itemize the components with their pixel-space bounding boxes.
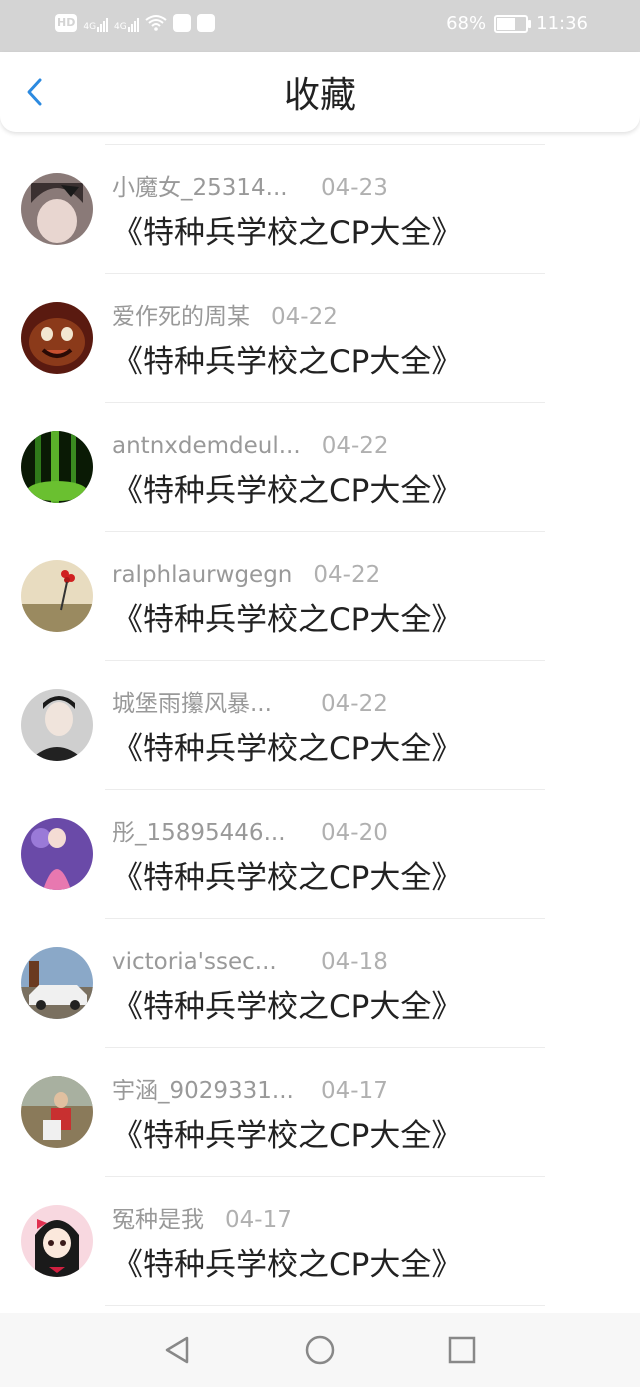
list-item[interactable]: ralphlaurwgegn 04-22 《特种兵学校之CP大全》 bbox=[0, 532, 640, 660]
item-title[interactable]: 《特种兵学校之CP大全》 bbox=[112, 598, 462, 642]
item-meta: ralphlaurwgegn 04-22 bbox=[112, 559, 380, 591]
list-item[interactable]: 城堡雨攥风暴... 04-22 《特种兵学校之CP大全》 bbox=[0, 661, 640, 789]
item-meta: 宇涵_9029331... 04-17 bbox=[112, 1075, 388, 1107]
date: 04-22 bbox=[313, 562, 381, 588]
status-bar: HD 4G 4G 68% 11:36 bbox=[0, 0, 640, 52]
item-meta: victoria'ssec... 04-18 bbox=[112, 946, 388, 978]
system-nav-bar bbox=[0, 1313, 640, 1387]
username[interactable]: 小魔女_25314... bbox=[112, 172, 300, 204]
list-item[interactable]: 冤种是我 04-17 《特种兵学校之CP大全》 bbox=[0, 1177, 640, 1305]
username[interactable]: 宇涵_9029331... bbox=[112, 1075, 300, 1107]
item-meta: 彤_15895446... 04-20 bbox=[112, 817, 388, 849]
item-title[interactable]: 《特种兵学校之CP大全》 bbox=[112, 1114, 462, 1158]
battery-icon bbox=[494, 14, 532, 33]
battery-percent: 68% bbox=[446, 13, 487, 34]
app-notification-icon bbox=[172, 14, 191, 32]
username[interactable]: 彤_15895446... bbox=[112, 817, 300, 849]
date: 04-22 bbox=[321, 433, 389, 459]
nav-home-icon[interactable] bbox=[305, 1335, 335, 1365]
item-title[interactable]: 《特种兵学校之CP大全》 bbox=[112, 856, 462, 900]
avatar[interactable] bbox=[21, 173, 93, 245]
wifi-icon bbox=[145, 15, 167, 31]
username[interactable]: 冤种是我 bbox=[112, 1204, 204, 1236]
item-title[interactable]: 《特种兵学校之CP大全》 bbox=[112, 985, 462, 1029]
network-type-label: 4G bbox=[83, 22, 97, 32]
hd-icon: HD bbox=[55, 14, 78, 32]
signal-icon: 4G bbox=[83, 14, 109, 32]
item-title[interactable]: 《特种兵学校之CP大全》 bbox=[112, 1243, 462, 1287]
item-title[interactable]: 《特种兵学校之CP大全》 bbox=[112, 469, 462, 513]
date: 04-23 bbox=[321, 175, 388, 201]
username[interactable]: 爱作死的周某 bbox=[112, 301, 250, 333]
status-icons-left: HD 4G 4G bbox=[55, 14, 215, 32]
item-meta: 城堡雨攥风暴... 04-22 bbox=[112, 688, 388, 720]
avatar[interactable] bbox=[21, 947, 93, 1019]
item-meta: 小魔女_25314... 04-23 bbox=[112, 172, 388, 204]
date: 04-17 bbox=[225, 1207, 292, 1233]
avatar[interactable] bbox=[21, 302, 93, 374]
battery-level bbox=[497, 17, 516, 30]
item-meta: antnxdemdeul... 04-22 bbox=[112, 430, 389, 462]
date: 04-17 bbox=[321, 1078, 388, 1104]
date: 04-22 bbox=[321, 691, 388, 717]
app-header: 收藏 bbox=[0, 52, 640, 132]
date: 04-22 bbox=[271, 304, 338, 330]
status-icons-right: 68% 11:36 bbox=[446, 13, 588, 34]
item-meta: 爱作死的周某 04-22 bbox=[112, 301, 338, 333]
favorites-list: 小魔女_25314... 04-23 《特种兵学校之CP大全》 爱作死的周某 04-… bbox=[0, 144, 640, 1306]
username[interactable]: 城堡雨攥风暴... bbox=[112, 688, 300, 720]
signal-icon-2: 4G bbox=[114, 14, 139, 32]
list-item[interactable]: antnxdemdeul... 04-22 《特种兵学校之CP大全》 bbox=[0, 403, 640, 531]
page-title: 收藏 bbox=[283, 75, 356, 116]
list-item[interactable]: 爱作死的周某 04-22 《特种兵学校之CP大全》 bbox=[0, 274, 640, 402]
network-type-label-2: 4G bbox=[114, 22, 127, 32]
list-item[interactable]: 宇涵_9029331... 04-17 《特种兵学校之CP大全》 bbox=[0, 1048, 640, 1176]
item-title[interactable]: 《特种兵学校之CP大全》 bbox=[112, 211, 462, 255]
avatar[interactable] bbox=[21, 431, 93, 503]
username[interactable]: ralphlaurwgegn bbox=[112, 559, 292, 591]
username[interactable]: antnxdemdeul... bbox=[112, 430, 301, 462]
item-title[interactable]: 《特种兵学校之CP大全》 bbox=[112, 727, 462, 771]
username[interactable]: victoria'ssec... bbox=[112, 946, 300, 978]
list-item[interactable]: 小魔女_25314... 04-23 《特种兵学校之CP大全》 bbox=[0, 145, 640, 273]
date: 04-18 bbox=[321, 949, 388, 975]
avatar[interactable] bbox=[21, 818, 93, 890]
avatar[interactable] bbox=[21, 1205, 93, 1277]
avatar[interactable] bbox=[21, 1076, 93, 1148]
divider bbox=[105, 1305, 545, 1306]
item-meta: 冤种是我 04-17 bbox=[112, 1204, 292, 1236]
date: 04-20 bbox=[321, 820, 388, 846]
clock: 11:36 bbox=[536, 13, 588, 34]
list-item[interactable]: 彤_15895446... 04-20 《特种兵学校之CP大全》 bbox=[0, 790, 640, 918]
avatar[interactable] bbox=[21, 689, 93, 761]
avatar[interactable] bbox=[21, 560, 93, 632]
hotspot-notification-icon bbox=[196, 14, 215, 32]
nav-back-icon[interactable] bbox=[163, 1335, 193, 1365]
nav-recents-icon[interactable] bbox=[447, 1335, 477, 1365]
list-item[interactable]: victoria'ssec... 04-18 《特种兵学校之CP大全》 bbox=[0, 919, 640, 1047]
item-title[interactable]: 《特种兵学校之CP大全》 bbox=[112, 340, 462, 384]
